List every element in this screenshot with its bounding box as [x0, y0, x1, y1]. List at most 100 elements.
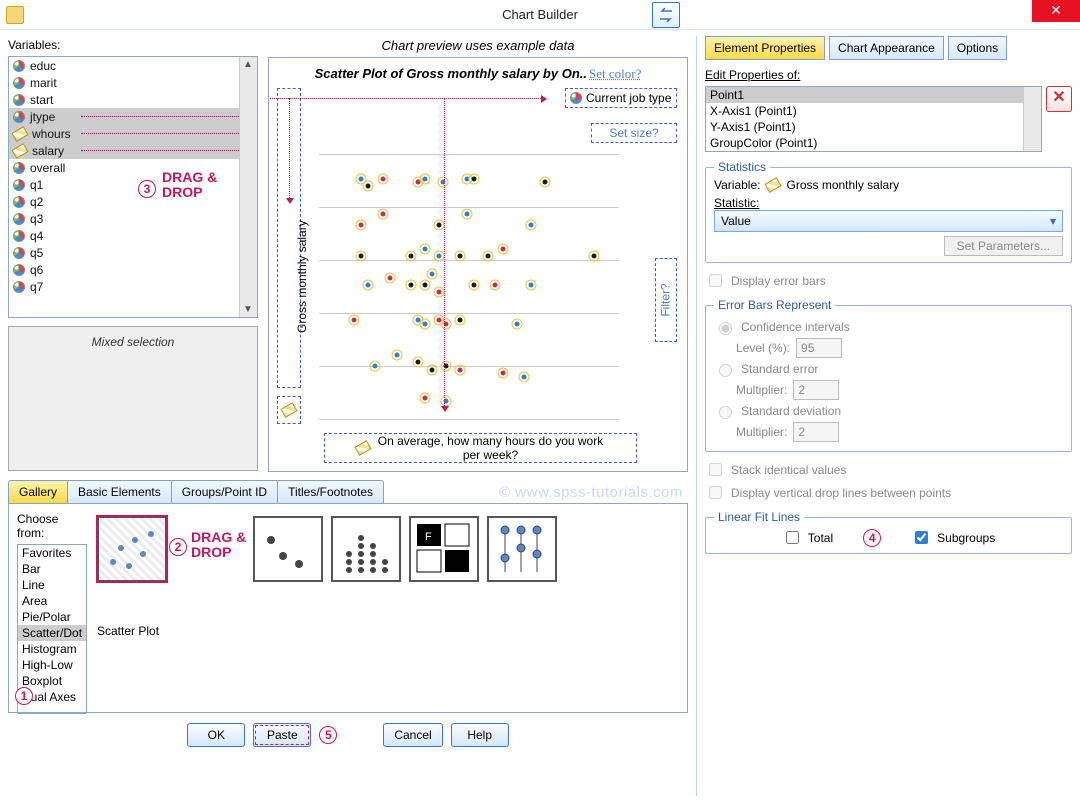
data-point: [434, 251, 445, 262]
variable-item[interactable]: q5: [9, 244, 239, 261]
chart-type-item[interactable]: Histogram: [18, 641, 86, 657]
variable-info-box: Mixed selection: [8, 326, 258, 471]
close-button[interactable]: ✕: [1032, 0, 1080, 22]
chart-type-item[interactable]: High-Low: [18, 657, 86, 673]
variable-label: Variable:: [714, 178, 760, 192]
tab-chart-appearance[interactable]: Chart Appearance: [829, 36, 944, 60]
legend-label: Current job type: [586, 91, 671, 105]
ci-level-input: [796, 338, 842, 358]
data-point: [462, 209, 473, 220]
variable-item[interactable]: start: [9, 91, 239, 108]
ruler-icon: [765, 177, 782, 193]
data-point: [497, 368, 508, 379]
thumb-grouped-scatter[interactable]: [253, 516, 323, 582]
data-point: [483, 251, 494, 262]
ok-button[interactable]: OK: [187, 723, 245, 747]
statistic-select[interactable]: Value: [714, 210, 1063, 232]
properties-tabs: Element Properties Chart Appearance Opti…: [705, 36, 1072, 60]
statistics-group: Statistics Variable: Gross monthly salar…: [705, 160, 1072, 263]
drag-arrow: [289, 98, 290, 198]
sd-radio: Standard deviation: [714, 403, 1063, 419]
variable-item[interactable]: jtype: [9, 108, 239, 125]
tab-element-properties[interactable]: Element Properties: [705, 36, 825, 60]
variable-item[interactable]: educ: [9, 57, 239, 74]
variable-item[interactable]: q3: [9, 210, 239, 227]
ruler-icon: [354, 440, 371, 456]
data-point: [377, 173, 388, 184]
tab-options[interactable]: Options: [948, 36, 1007, 60]
set-parameters-button: Set Parameters...: [944, 236, 1063, 256]
chart-type-item[interactable]: Area: [18, 593, 86, 609]
element-item[interactable]: Point1: [706, 87, 1023, 103]
data-point: [539, 177, 550, 188]
data-point: [356, 219, 367, 230]
drop-color[interactable]: Current job type: [565, 88, 677, 108]
swap-axes-button[interactable]: [652, 2, 680, 28]
element-list[interactable]: Point1X-Axis1 (Point1)Y-Axis1 (Point1)Gr…: [705, 86, 1042, 152]
drop-filter[interactable]: Filter?: [655, 258, 677, 342]
tab-groups-point-id[interactable]: Groups/Point ID: [171, 480, 277, 504]
delete-element-button[interactable]: ✕: [1046, 86, 1072, 112]
element-item[interactable]: GroupColor (Point1): [706, 135, 1023, 151]
data-point: [490, 279, 501, 290]
element-item[interactable]: X-Axis1 (Point1): [706, 103, 1023, 119]
thumb-drop-line[interactable]: [487, 516, 557, 582]
mixed-selection-label: Mixed selection: [92, 335, 175, 349]
app-icon: [6, 6, 24, 24]
variable-item[interactable]: marit: [9, 74, 239, 91]
variable-item[interactable]: salary: [9, 142, 239, 159]
variable-list[interactable]: educmaritstartjtypewhourssalaryoverallq1…: [8, 56, 258, 318]
edit-properties-label: Edit Properties of:: [705, 68, 1072, 82]
titlebar: Chart Builder ✕: [0, 0, 1080, 30]
data-point: [419, 318, 430, 329]
cancel-button[interactable]: Cancel: [383, 723, 442, 747]
chart-type-item[interactable]: Boxplot: [18, 673, 86, 689]
chart-type-item[interactable]: Bar: [18, 561, 86, 577]
chart-type-item[interactable]: Line: [18, 577, 86, 593]
thumb-simple-scatter[interactable]: [97, 516, 167, 582]
help-button[interactable]: Help: [451, 723, 509, 747]
data-point: [356, 251, 367, 262]
nominal-icon: [13, 264, 25, 276]
drag-arrow: [268, 98, 541, 99]
chart-preview[interactable]: Scatter Plot of Gross monthly salary by …: [268, 57, 688, 472]
thumb-dot-plot[interactable]: [331, 516, 401, 582]
data-point: [441, 361, 452, 372]
chart-type-item[interactable]: Favorites: [18, 545, 86, 561]
chart-title: Scatter Plot of Gross monthly salary by …: [269, 66, 687, 82]
nominal-icon: [13, 77, 25, 89]
chart-type-item[interactable]: Scatter/Dot: [18, 625, 86, 641]
data-point: [441, 318, 452, 329]
drop-size[interactable]: Set size?: [591, 123, 677, 143]
tab-basic-elements[interactable]: Basic Elements: [67, 480, 171, 504]
drag-hint: 2 DRAG & DROP: [175, 516, 245, 582]
drop-x-axis[interactable]: On average, how many hours do you work p…: [324, 433, 637, 463]
tab-gallery[interactable]: Gallery: [8, 480, 67, 504]
chart-type-item[interactable]: Pie/Polar: [18, 609, 86, 625]
data-point: [384, 272, 395, 283]
stack-checkbox: Stack identical values: [705, 460, 1072, 479]
data-point: [419, 392, 430, 403]
legend-icon: [570, 92, 582, 104]
variable-item[interactable]: q4: [9, 227, 239, 244]
thumb-scatter-matrix[interactable]: F: [409, 516, 479, 582]
element-item[interactable]: Y-Axis1 (Point1): [706, 119, 1023, 135]
variable-item[interactable]: whours: [9, 125, 239, 142]
drag-hint-3: DRAG & DROP: [162, 170, 217, 201]
drop-y-target[interactable]: [277, 396, 301, 424]
element-list-scrollbar[interactable]: [1023, 87, 1041, 151]
variable-item[interactable]: q6: [9, 261, 239, 278]
subgroups-checkbox[interactable]: Subgroups: [911, 528, 995, 547]
tab-titles-footnotes[interactable]: Titles/Footnotes: [277, 480, 384, 504]
nominal-icon: [13, 230, 25, 242]
paste-button[interactable]: Paste: [253, 723, 311, 747]
variable-list-scrollbar[interactable]: [239, 57, 257, 317]
droplines-checkbox: Display vertical drop lines between poin…: [705, 483, 1072, 502]
ruler-icon: [280, 402, 297, 418]
watermark: © www.spss-tutorials.com: [499, 484, 683, 501]
step-1-badge: 1: [15, 687, 33, 705]
variable-item[interactable]: q7: [9, 278, 239, 295]
nominal-icon: [13, 281, 25, 293]
total-checkbox[interactable]: Total: [782, 528, 833, 547]
gallery-panel: Choose from: FavoritesBarLineAreaPie/Pol…: [8, 503, 688, 713]
